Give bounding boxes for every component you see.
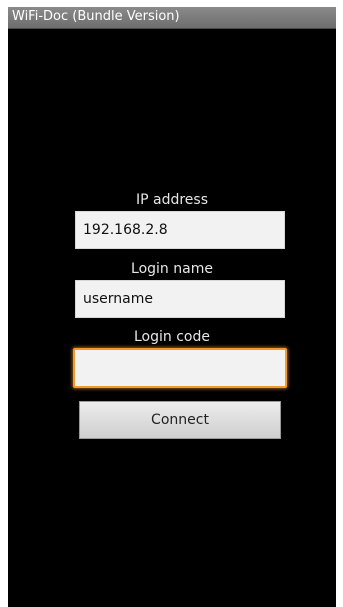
- app-title: WiFi-Doc (Bundle Version): [12, 9, 180, 24]
- app-screen: WiFi-Doc (Bundle Version) IP address Log…: [8, 7, 336, 607]
- login-code-field[interactable]: [73, 348, 287, 388]
- title-bar: WiFi-Doc (Bundle Version): [8, 7, 336, 29]
- login-code-label: Login code: [134, 329, 210, 345]
- login-name-field[interactable]: [75, 280, 285, 318]
- ip-address-field[interactable]: [75, 211, 285, 249]
- ip-address-label: IP address: [135, 192, 209, 208]
- login-name-label: Login name: [131, 261, 213, 277]
- connect-button[interactable]: Connect: [79, 401, 281, 439]
